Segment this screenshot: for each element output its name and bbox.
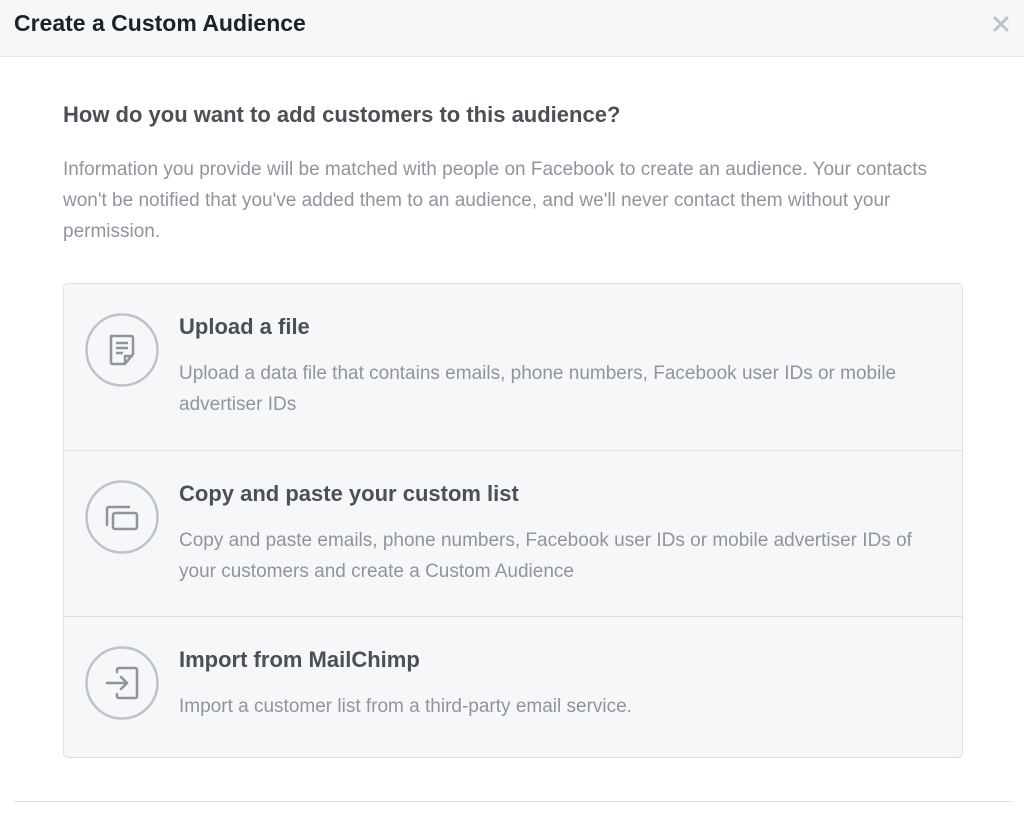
option-title: Copy and paste your custom list — [179, 481, 519, 506]
dialog-header: Create a Custom Audience — [0, 0, 1024, 57]
dialog-body: How do you want to add customers to this… — [63, 100, 963, 247]
option-description: Copy and paste emails, phone numbers, Fa… — [179, 530, 912, 582]
footer-divider — [14, 801, 1012, 802]
options-list: Upload a file Upload a data file that co… — [63, 283, 963, 758]
option-import-mailchimp[interactable]: Import from MailChimp Import a customer … — [64, 616, 962, 757]
close-icon — [993, 16, 1009, 32]
dialog-title: Create a Custom Audience — [14, 10, 306, 36]
option-copy-paste-list[interactable]: Copy and paste your custom list Copy and… — [64, 450, 962, 616]
page-question: How do you want to add customers to this… — [63, 102, 621, 127]
option-description: Import a customer list from a third-part… — [179, 696, 632, 717]
option-upload-file[interactable]: Upload a file Upload a data file that co… — [64, 284, 962, 450]
copy-paste-icon — [85, 480, 159, 554]
option-description: Upload a data file that contains emails,… — [179, 363, 897, 415]
create-custom-audience-dialog: Create a Custom Audience How do you want… — [0, 0, 1024, 813]
document-icon — [85, 313, 159, 387]
option-title: Import from MailChimp — [179, 647, 420, 672]
info-text: Information you provide will be matched … — [63, 159, 927, 242]
close-button[interactable] — [990, 13, 1012, 35]
option-title: Upload a file — [179, 314, 310, 339]
import-icon — [85, 646, 159, 720]
